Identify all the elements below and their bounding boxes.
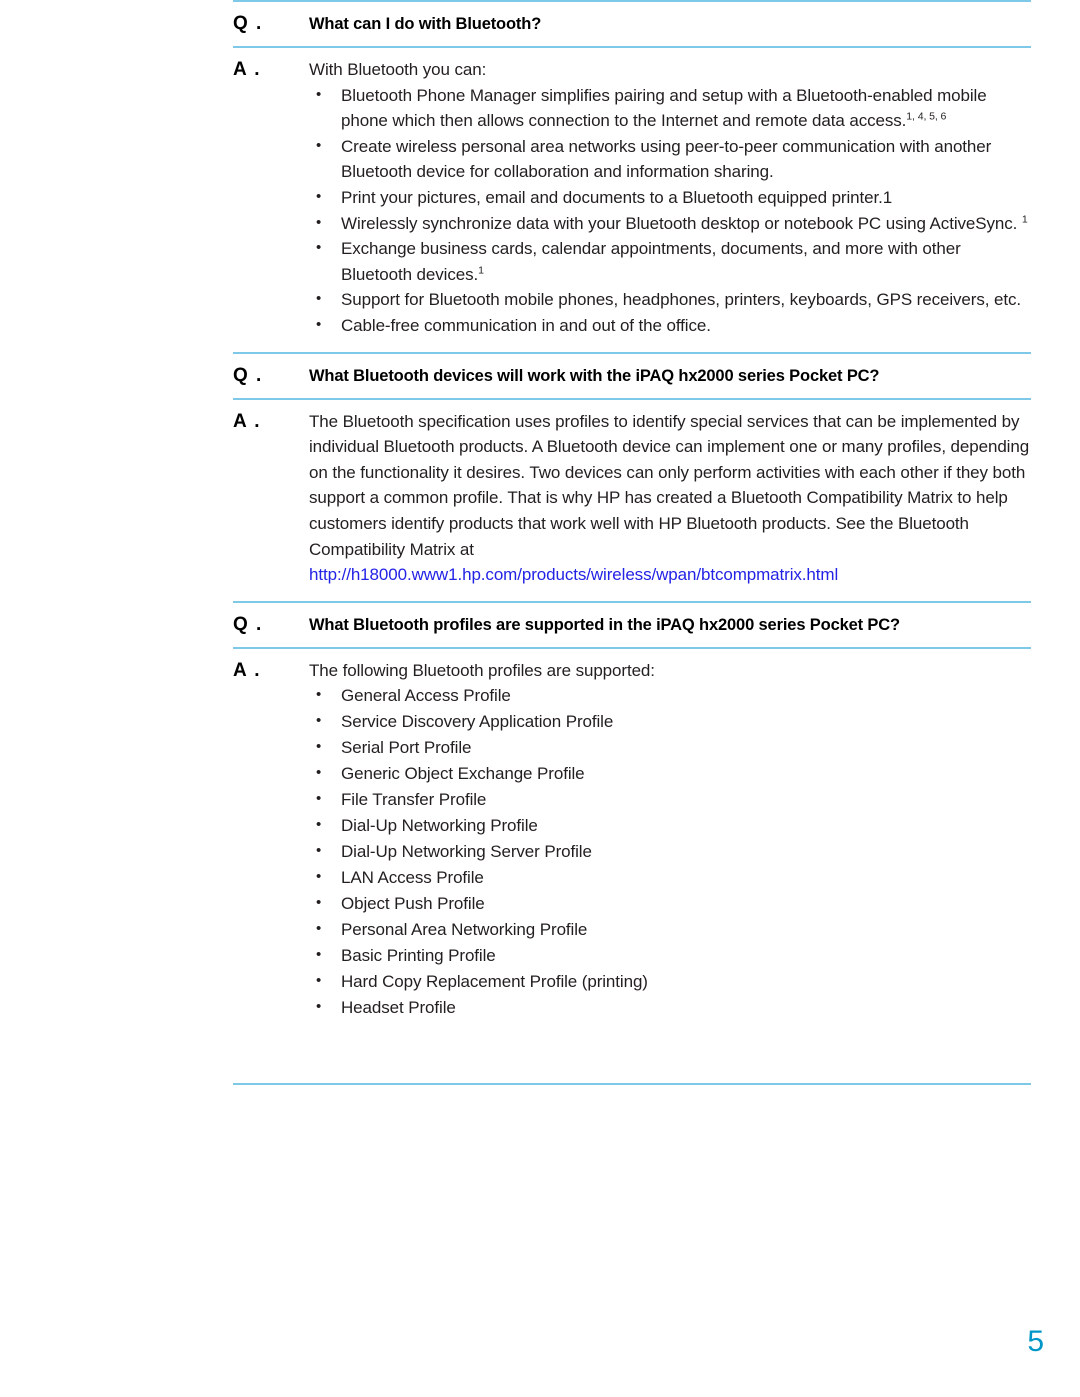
answer-paragraph: The Bluetooth specification uses profile…: [309, 411, 1030, 559]
list-item: Bluetooth Phone Manager simplifies pairi…: [309, 82, 1031, 134]
faq-section-1: Q . What can I do with Bluetooth? A . Wi…: [233, 0, 1031, 339]
list-item: LAN Access Profile: [309, 864, 1031, 891]
answer-body: The following Bluetooth profiles are sup…: [309, 658, 1031, 1022]
question-label: Q .: [233, 613, 263, 635]
list-item: Create wireless personal area networks u…: [309, 133, 1031, 185]
answer-row-2: A . The Bluetooth specification uses pro…: [233, 400, 1031, 588]
list-item: Personal Area Networking Profile: [309, 916, 1031, 943]
question-label: Q .: [233, 13, 263, 34]
page-number: 5: [1027, 1325, 1044, 1358]
list-item: File Transfer Profile: [309, 786, 1031, 813]
compatibility-matrix-link[interactable]: http://h18000.www1.hp.com/products/wirel…: [309, 562, 838, 588]
footer-divider: [233, 1083, 1031, 1085]
profiles-list: General Access ProfileService Discovery …: [309, 682, 1031, 1021]
footnote-marker: 1: [478, 264, 484, 277]
list-item: Hard Copy Replacement Profile (printing): [309, 968, 1031, 995]
footnote-marker: 1, 4, 5, 6: [906, 110, 947, 123]
list-item: Cable-free communication in and out of t…: [309, 312, 1031, 339]
list-item: Basic Printing Profile: [309, 942, 1031, 969]
answer-row-1: A . With Bluetooth you can: Bluetooth Ph…: [233, 48, 1031, 339]
list-item: Support for Bluetooth mobile phones, hea…: [309, 286, 1031, 313]
list-item: Headset Profile: [309, 994, 1031, 1021]
answer-body: With Bluetooth you can: Bluetooth Phone …: [309, 57, 1031, 339]
answer-label: A .: [233, 659, 262, 681]
list-item: General Access Profile: [309, 682, 1031, 709]
answer-intro: With Bluetooth you can:: [309, 60, 487, 79]
question-label: Q .: [233, 364, 263, 386]
question-text: What Bluetooth profiles are supported in…: [309, 615, 900, 634]
question-row-1: Q . What can I do with Bluetooth?: [233, 2, 1031, 46]
document-page: Q . What can I do with Bluetooth? A . Wi…: [233, 0, 1031, 1397]
list-item: Dial-Up Networking Server Profile: [309, 838, 1031, 865]
question-text: What can I do with Bluetooth?: [309, 15, 542, 33]
question-row-2: Q . What Bluetooth devices will work wit…: [233, 354, 1031, 398]
list-item: Dial-Up Networking Profile: [309, 812, 1031, 839]
answer-label: A .: [233, 59, 262, 80]
list-item: Exchange business cards, calendar appoin…: [309, 235, 1031, 287]
answer-label: A .: [233, 410, 262, 432]
list-item: Wirelessly synchronize data with your Bl…: [309, 210, 1031, 237]
footnote-marker: 1: [1021, 212, 1028, 225]
list-item: Serial Port Profile: [309, 734, 1031, 761]
list-item: Generic Object Exchange Profile: [309, 760, 1031, 787]
answer-intro: The following Bluetooth profiles are sup…: [309, 660, 655, 680]
answer-row-3: A . The following Bluetooth profiles are…: [233, 649, 1031, 1022]
question-text: What Bluetooth devices will work with th…: [309, 366, 880, 385]
benefits-list: Bluetooth Phone Manager simplifies pairi…: [309, 82, 1031, 339]
answer-body: The Bluetooth specification uses profile…: [309, 409, 1031, 588]
footer-divider-wrap: [233, 1083, 1031, 1085]
faq-section-2: Q . What Bluetooth devices will work wit…: [233, 351, 1031, 588]
faq-section-3: Q . What Bluetooth profiles are supporte…: [233, 600, 1031, 1022]
list-item: Print your pictures, email and documents…: [309, 184, 1031, 211]
list-item: Object Push Profile: [309, 890, 1031, 917]
list-item: Service Discovery Application Profile: [309, 708, 1031, 735]
question-row-3: Q . What Bluetooth profiles are supporte…: [233, 603, 1031, 647]
